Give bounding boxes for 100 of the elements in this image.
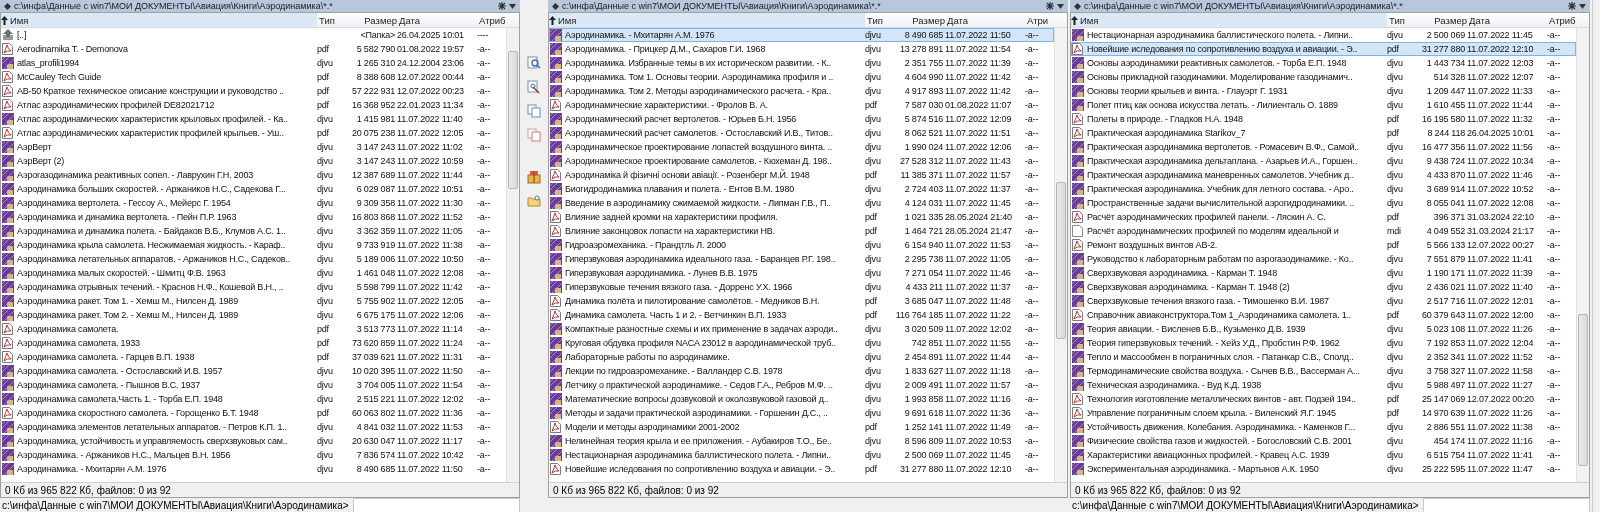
file-row[interactable]: Технология изготовление металлических винтов - авт. Подзей 194.. pdf 25 147 069 12.07.2022 00:20 -a--	[1071, 392, 1576, 406]
file-row[interactable]: АВ-50 Краткое техническое описание конструкции и руководство .. pdf 57 222 931 12.07.2022 00:23 -a--	[1, 84, 506, 98]
file-row[interactable]: Характеристики авиационных профилей. - Кравец А.С. 1939 djvu 6 515 754 11.07.2022 11:41 -a--	[1071, 448, 1576, 462]
file-row[interactable]: Влияние задней кромки на характеристики профиля. pdf 1 021 335 28.05.2024 21:40 -a--	[549, 210, 1054, 224]
file-row[interactable]: Аэрогазодинамика реактивных сопел. - Лаврухин Г.Н. 2003 djvu 12 387 689 11.07.2022 11:44 -a--	[1, 168, 506, 182]
file-row[interactable]: Практическая аэродинамика дельтаплана. - Азарьев И.А., Горшен.. djvu 9 438 724 11.07.2022 10:34 -a--	[1071, 154, 1576, 168]
file-row[interactable]: Аэродинамика самолета.Часть 1. - Торба Е.П. 1948 djvu 2 515 221 11.07.2022 12:02 -a--	[1, 392, 506, 406]
file-row[interactable]: Основы прикладной газодинамики. Моделирование газодинамич.. djvu 514 328 11.07.2022 12:07 -a--	[1071, 70, 1576, 84]
file-row[interactable]: Аэродинамика. Том 2. Методы аэродинамического расчета. - Кра.. djvu 4 917 893 11.07.2022 11:42 -a--	[549, 84, 1054, 98]
column-header[interactable]: Тип	[319, 14, 341, 26]
file-row[interactable]: Аэродинамика. - Аржаников Н.С., Мальцев В.Н. 1956 djvu 7 836 574 11.07.2022 10:42 -a--	[1, 448, 506, 462]
file-row[interactable]: Экспериментальная аэродинамика. - Мартынов А.К. 1950 djvu 25 222 595 11.07.2022 11:47 -a--	[1071, 462, 1576, 476]
column-header[interactable]: Дата	[399, 14, 477, 26]
file-row[interactable]: Аэродинамический расчет самолетов. - Остославский И.В., Титов.. djvu 8 062 521 11.07.2022 11:51 -a--	[549, 126, 1054, 140]
file-row[interactable]: Нестационарная аэродинамика баллистического полета. - Липни.. djvu 2 500 069 11.07.2022 11:45 -a--	[1071, 28, 1576, 42]
file-row[interactable]: Атлас аэродинамических профилей DE82021712 pdf 16 368 952 22.01.2023 11:34 -a--	[1, 98, 506, 112]
file-row[interactable]: McCauley Tech Guide pdf 8 388 608 12.07.2022 00:44 -a--	[1, 70, 506, 84]
column-header[interactable]: Дата	[947, 14, 1025, 26]
drive-icon[interactable]	[1074, 2, 1081, 10]
file-row[interactable]: Аэродинамические характеристики. - Фролов В. А. pdf 7 587 030 01.08.2022 11:07 -a--	[549, 98, 1054, 112]
file-row[interactable]: Полет птиц как основа искусства летать. - Лилиенталь О. 1889 djvu 1 610 455 11.07.2022 11:44 -a--	[1071, 98, 1576, 112]
file-row[interactable]: Физические свойства газов и жидкостей. - Богословский С.В. 2001 djvu 454 174 11.07.2022 11:16 -a--	[1071, 434, 1576, 448]
file-row[interactable]: Теория гиперзвуковых течений. - Хейз У.Д., Пробстин Р.Ф. 1962 djvu 7 192 853 11.07.2022 12:04 -a--	[1071, 336, 1576, 350]
file-row[interactable]: Аэродинамика самолета. - Остославский И.В. 1957 djvu 10 020 395 11.07.2022 11:50 -a--	[1, 364, 506, 378]
column-header[interactable]: Атри	[1027, 14, 1055, 26]
search-icon[interactable]	[527, 56, 541, 70]
file-row[interactable]: Аэродинамика. Избранные темы в их историческом развитии. - К.. djvu 2 351 755 11.07.2022 11:39 -a--	[549, 56, 1054, 70]
folder-icon[interactable]	[527, 194, 541, 208]
file-row[interactable]: Гиперзвуковые течения вязкого газа. - Дорренс У.Х. 1966 djvu 4 433 211 11.07.2022 11:37 -a--	[549, 280, 1054, 294]
column-header[interactable]: Размер	[891, 14, 945, 26]
document-search-icon[interactable]	[527, 80, 541, 94]
file-row[interactable]: Аэродинамика. - Прицкер Д.М., Сахаров Г.И. 1968 djvu 13 278 891 11.07.2022 11:54 -a--	[549, 42, 1054, 56]
file-row[interactable]: Летчику о практической аэродинамике. - Седов Г.А., Ребров М.Ф. .. djvu 2 009 491 11.07.2022 11:57 -a--	[549, 378, 1054, 392]
file-row[interactable]: АэрВерт (2) djvu 3 147 243 11.07.2022 10:59 -a--	[1, 154, 506, 168]
file-row[interactable]: Сверхзвуковая аэродинамика. - Карман Т. 1948 (2) djvu 2 436 021 11.07.2022 11:40 -a--	[1071, 280, 1576, 294]
column-header[interactable]: Атриб	[479, 14, 507, 26]
file-row[interactable]: Аэродинамика и динамика полета. - Байдаков В.Б., Клумов А.С. 1.. djvu 3 362 359 11.07.2022 11:05 -a--	[1, 224, 506, 238]
file-row[interactable]: atlas_profili1994 djvu 1 265 310 24.12.2004 23:06 -a--	[1, 56, 506, 70]
file-row[interactable]: Полеты в природе. - Гладков Н.А. 1948 pdf 16 195 580 11.07.2022 11:32 -a--	[1071, 112, 1576, 126]
file-row[interactable]: Аэродинамика больших скоростей. - Аржаников Н.С., Садекова Г... djvu 6 029 087 11.07.2022 10:51 -a--	[1, 182, 506, 196]
file-row[interactable]: Аэродинамика летательных аппаратов. - Аржаников Н.С., Садеков.. djvu 5 189 006 11.07.2022 10:50 -a--	[1, 252, 506, 266]
file-row[interactable]: Устойчивость движения. Колебания. Аэродинамика. - Каменков Г... djvu 2 886 551 11.07.2022 11:38 -a--	[1071, 420, 1576, 434]
file-row[interactable]: Динамика полёта и пилотирование самолётов. - Медников В.Н. pdf 3 685 047 11.07.2022 11:48 -a--	[549, 294, 1054, 308]
file-row[interactable]: Руководство к лабораторным работам по аэрогазодинамике. - Ко.. djvu 7 551 879 11.07.2022 11:41 -a--	[1071, 252, 1576, 266]
file-row[interactable]: Аэродинамика ракет. Том 2. - Хемш М., Нилсен Д. 1989 djvu 6 675 175 11.07.2022 12:06 -a--	[1, 308, 506, 322]
file-row[interactable]: Аэродинамика самолета. 1933 pdf 73 620 859 11.07.2022 11:24 -a--	[1, 336, 506, 350]
file-row[interactable]: Сверхзвуковые течения вязкого газа. - Тимошенко В.И. 1987 djvu 2 517 716 11.07.2022 12:01 -a--	[1071, 294, 1576, 308]
scrollbar[interactable]	[1576, 28, 1589, 482]
file-row[interactable]: Математические вопросы дозвуковой и околозвуковой газовой д.. djvu 1 993 858 11.07.2022 11:16 -a--	[549, 392, 1054, 406]
file-row[interactable]: Термодинамические свойства воздуха. - Сычев В.В., Вассерман А... djvu 3 758 327 11.07.2022 11:58 -a--	[1071, 364, 1576, 378]
file-row[interactable]: Расчёт аэродинамических профилей по моделям идеальной и mdi 4 049 552 31.03.2024 21:17 -a--	[1071, 224, 1576, 238]
file-row[interactable]: Аэродинамика самолета. - Пышнов В.С. 1937 djvu 3 704 005 11.07.2022 11:54 -a--	[1, 378, 506, 392]
file-row[interactable]: Aerodinamika T. - Demonova pdf 5 582 790 01.08.2022 19:57 -a--	[1, 42, 506, 56]
file-row[interactable]: Гиперзвуковая аэродинамика идеального газа. - Баранцев Р.Г. 198.. djvu 2 295 738 11.07.2022 11:05 -a--	[549, 252, 1054, 266]
column-header[interactable]: Имя	[1, 13, 317, 27]
file-row[interactable]: [..] <Папка> 26.04.2025 10:01 ----	[1, 28, 506, 42]
column-header[interactable]: Тип	[1389, 14, 1411, 26]
column-header[interactable]: Размер	[1413, 14, 1467, 26]
column-header[interactable]: Тип	[867, 14, 889, 26]
file-row[interactable]: Тепло и массообмен в пограничных слоя. - Патанкар С.В., Сполд.. djvu 2 352 341 11.07.2022 11:52 -a--	[1071, 350, 1576, 364]
file-row[interactable]: Аэродинамика и динамика вертолета. - Пейн П.Р. 1963 djvu 16 803 868 11.07.2022 11:52 -a--	[1, 210, 506, 224]
column-header[interactable]: Имя	[1071, 13, 1387, 27]
file-row[interactable]: Нестационарная аэродинамика баллистического полета. - Липни.. djvu 2 500 069 11.07.2022 11:45 -a--	[549, 448, 1054, 462]
file-row[interactable]: АэрВерт djvu 3 147 243 11.07.2022 11:02 -a--	[1, 140, 506, 154]
file-row[interactable]: Круговая обдувка профиля NACA 23012 в аэродинамической труб.. djvu 742 851 11.07.2022 11:55 -a--	[549, 336, 1054, 350]
caret-icon[interactable]	[509, 3, 516, 9]
caret-icon[interactable]	[1057, 3, 1064, 9]
column-header[interactable]: Размер	[343, 14, 397, 26]
file-row[interactable]: Справочник авиаконструктора.Том 1_Аэродинамика самолета. 1.. pdf 60 379 643 11.07.2022 12:00 -a--	[1071, 308, 1576, 322]
star-icon[interactable]	[498, 2, 506, 10]
file-row[interactable]: Компактные разностные схемы и их применение в задачах аэроди.. djvu 3 020 509 11.07.2022 12:02 -a--	[549, 322, 1054, 336]
file-row[interactable]: Лабораторные работы по аэродинамике. djvu 2 454 891 11.07.2022 11:44 -a--	[549, 350, 1054, 364]
column-header[interactable]: Дата	[1469, 14, 1547, 26]
file-row[interactable]: Аэродинамика ракет. Том 1. - Хемш М., Нилсен Д. 1989 djvu 5 755 902 11.07.2022 12:05 -a--	[1, 294, 506, 308]
file-row[interactable]: Основы аэродинамики реактивных самолетов. - Торба Е.П. 1948 djvu 1 443 734 11.07.2022 12:03 -a--	[1071, 56, 1576, 70]
file-row[interactable]: Нелинейная теория крыла и ее приложения. - Аубакиров Т.О., Бе.. djvu 8 596 809 11.07.2022 10:53 -a--	[549, 434, 1054, 448]
file-row[interactable]: Методы и задачи практической аэродинамики. - Горшенин Д.С., .. djvu 9 691 618 11.07.2022 11:36 -a--	[549, 406, 1054, 420]
file-row[interactable]: Практическая аэродинамика Starikov_7 pdf 8 244 118 26.04.2025 10:01 -a--	[1071, 126, 1576, 140]
file-row[interactable]: Практическая аэродинамика вертолетов. - Ромасевич В.Ф., Самой.. djvu 16 477 356 11.07.2022 11:56 -a--	[1071, 140, 1576, 154]
file-row[interactable]: Аэродинамика самолета. pdf 3 513 773 11.07.2022 11:14 -a--	[1, 322, 506, 336]
file-row[interactable]: Аэродинамика вертолета. - Гессоу А., Мейерс Г. 1954 djvu 9 309 358 11.07.2022 11:30 -a--	[1, 196, 506, 210]
file-row[interactable]: Аэродинамика. - Мхитарян А.М. 1976 djvu 8 490 685 11.07.2022 11:50 -a--	[549, 28, 1054, 42]
file-row[interactable]: Новейшие иследования по сопротивлению воздуха и авиации. - Э.. pdf 31 277 880 11.07.2022 12:10 -a--	[549, 462, 1054, 476]
drive-icon[interactable]	[552, 2, 559, 10]
file-row[interactable]: Атлас аэродинамических характеристик крыловых профилей. - Ка.. djvu 1 415 981 11.07.2022 11:40 -a--	[1, 112, 506, 126]
file-row[interactable]: Аэродинамика, устойчивость и управляемость сверхзвуковых сам.. djvu 20 630 047 11.07.2022 11:17 -a--	[1, 434, 506, 448]
file-row[interactable]: Новейшие иследования по сопротивлению воздуха и авиации. - Э.. pdf 31 277 880 11.07.2022 12:10 -a--	[1071, 42, 1576, 56]
file-row[interactable]: Аэродинамика. - Мхитарян А.М. 1976 djvu 8 490 685 11.07.2022 11:50 -a--	[1, 462, 506, 476]
file-row[interactable]: Аэродинамика крыла самолета. Несжимаемая жидкость. - Караф.. djvu 9 733 919 11.07.2022 11:38 -a--	[1, 238, 506, 252]
scrollbar[interactable]	[1054, 28, 1067, 482]
file-row[interactable]: Аэродинамика малых скоростей. - Шмитц Ф.В. 1963 djvu 1 461 048 11.07.2022 12:08 -a--	[1, 266, 506, 280]
file-row[interactable]: Аэродинамический расчет вертолетов. - Юрьев Б.Н. 1956 djvu 5 874 516 11.07.2022 12:09 -a--	[549, 112, 1054, 126]
file-row[interactable]: Аэродинаміка й фізичні основи авіації. - Розенберг М.Й. 1948 pdf 11 385 371 11.07.2022 11:57 -a--	[549, 168, 1054, 182]
file-row[interactable]: Аэродинамика элементов летательных аппаратов. - Петров К.П. 1.. djvu 4 841 032 11.07.2022 11:53 -a--	[1, 420, 506, 434]
column-header[interactable]: Имя	[549, 13, 865, 27]
file-row[interactable]: Расчёт аэродинамических профилей панели. - Ляскин А. С. pdf 396 371 31.03.2024 22:10 -a--	[1071, 210, 1576, 224]
caret-icon[interactable]	[1579, 3, 1586, 9]
file-row[interactable]: Управление пограничным слоем крыла. - Виленский Я.Г. 1945 pdf 14 970 639 11.07.2022 11:26 -a--	[1071, 406, 1576, 420]
archive-icon[interactable]	[527, 170, 541, 184]
file-row[interactable]: Техническая аэродинамика. - Вуд К.Д. 1938 djvu 5 988 497 11.07.2022 11:27 -a--	[1071, 378, 1576, 392]
